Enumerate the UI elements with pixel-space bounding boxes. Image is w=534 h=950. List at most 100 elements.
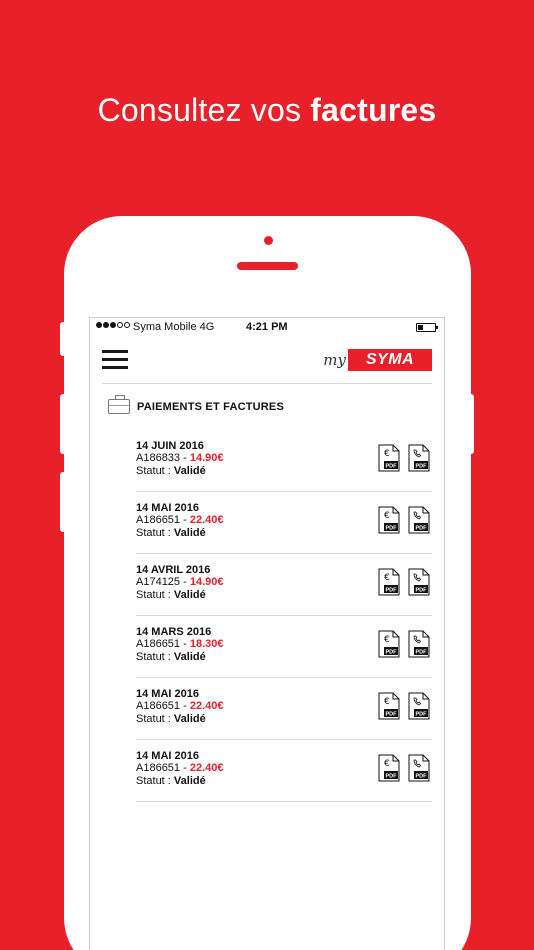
invoice-amount: 14.90€ [189, 576, 224, 588]
status-value: Validé [173, 713, 206, 725]
invoice-reference: A186833 - 14.90€ [136, 452, 223, 464]
phone-pdf-icon[interactable]: PDF [408, 568, 430, 596]
section-title: PAIEMENTS ET FACTURES [137, 401, 285, 413]
svg-text:PDF: PDF [416, 463, 428, 469]
menu-icon[interactable] [102, 350, 128, 370]
svg-text:PDF: PDF [416, 587, 428, 593]
section-header: PAIEMENTS ET FACTURES [106, 384, 444, 430]
svg-text:PDF: PDF [386, 525, 398, 531]
invoice-row[interactable]: 14 AVRIL 2016 A174125 - 14.90€ Statut : Va… [136, 554, 432, 616]
invoice-date: 14 MAI 2016 [136, 502, 199, 514]
status-label: Statut : [136, 527, 171, 539]
headline: Consultez vos factures [0, 92, 534, 129]
svg-text:PDF: PDF [416, 525, 428, 531]
power-button [468, 394, 474, 454]
invoice-row[interactable]: 14 MAI 2016 A186651 - 22.40€ Statut : Vali… [136, 740, 432, 802]
invoice-number: A186651 [136, 514, 181, 526]
invoice-date: 14 AVRIL 2016 [136, 564, 211, 576]
invoice-reference: A186651 - 18.30€ [136, 638, 223, 650]
mysyma-logo[interactable]: my SYMA [323, 349, 432, 371]
logo-brand: SYMA [348, 349, 432, 371]
invoice-status: Statut : Validé [136, 775, 206, 787]
invoice-reference: A174125 - 14.90€ [136, 576, 223, 588]
status-value: Validé [173, 775, 206, 787]
phone-pdf-icon[interactable]: PDF [408, 754, 430, 782]
status-value: Validé [173, 465, 206, 477]
invoice-number: A186651 [136, 638, 181, 650]
status-label: Statut : [136, 775, 171, 787]
volume-down-button [60, 472, 66, 532]
status-label: Statut : [136, 589, 171, 601]
status-label: Statut : [136, 651, 171, 663]
phone-pdf-icon[interactable]: PDF [408, 444, 430, 472]
svg-text:€: € [384, 759, 390, 769]
invoice-list: 14 JUIN 2016 A186833 - 14.90€ Statut : Val… [136, 430, 432, 802]
invoice-separator: - [180, 700, 190, 712]
status-value: Validé [173, 651, 206, 663]
invoice-amount: 22.40€ [189, 514, 224, 526]
euro-pdf-icon[interactable]: € PDF [378, 506, 400, 534]
svg-text:PDF: PDF [386, 773, 398, 779]
invoice-number: A186833 [136, 452, 181, 464]
status-bar: Syma Mobile 4G 4:21 PM [90, 318, 444, 338]
status-time: 4:21 PM [246, 321, 288, 333]
invoice-row[interactable]: 14 JUIN 2016 A186833 - 14.90€ Statut : Val… [136, 430, 432, 492]
status-label: Statut : [136, 713, 171, 725]
carrier-name: Syma Mobile 4G [133, 321, 215, 333]
svg-text:€: € [384, 511, 390, 521]
svg-text:€: € [384, 449, 390, 459]
svg-text:€: € [384, 635, 390, 645]
euro-pdf-icon[interactable]: € PDF [378, 568, 400, 596]
invoice-status: Statut : Validé [136, 527, 206, 539]
invoice-amount: 14.90€ [189, 452, 224, 464]
svg-text:PDF: PDF [416, 711, 428, 717]
invoice-separator: - [180, 762, 190, 774]
phone-pdf-icon[interactable]: PDF [408, 506, 430, 534]
briefcase-icon [108, 395, 130, 414]
phone-pdf-icon[interactable]: PDF [408, 630, 430, 658]
signal-icon [96, 322, 130, 328]
svg-text:€: € [384, 573, 390, 583]
invoice-amount: 22.40€ [189, 700, 224, 712]
invoice-reference: A186651 - 22.40€ [136, 762, 223, 774]
invoice-status: Statut : Validé [136, 589, 206, 601]
battery-icon [416, 323, 438, 332]
invoice-separator: - [180, 576, 190, 588]
headline-regular: Consultez vos [97, 92, 302, 128]
invoice-date: 14 MAI 2016 [136, 750, 199, 762]
euro-pdf-icon[interactable]: € PDF [378, 754, 400, 782]
invoice-amount: 18.30€ [189, 638, 224, 650]
app-header: my SYMA [102, 338, 432, 384]
status-value: Validé [173, 589, 206, 601]
status-label: Statut : [136, 465, 171, 477]
invoice-row[interactable]: 14 MAI 2016 A186651 - 22.40€ Statut : Vali… [136, 492, 432, 554]
invoice-date: 14 JUIN 2016 [136, 440, 204, 452]
invoice-number: A186651 [136, 762, 181, 774]
invoice-number: A174125 [136, 576, 181, 588]
invoice-row[interactable]: 14 MARS 2016 A186651 - 18.30€ Statut : Val… [136, 616, 432, 678]
invoice-row[interactable]: 14 MAI 2016 A186651 - 22.40€ Statut : Vali… [136, 678, 432, 740]
phone-pdf-icon[interactable]: PDF [408, 692, 430, 720]
svg-text:PDF: PDF [386, 587, 398, 593]
svg-text:€: € [384, 697, 390, 707]
invoice-reference: A186651 - 22.40€ [136, 514, 223, 526]
euro-pdf-icon[interactable]: € PDF [378, 692, 400, 720]
invoice-status: Statut : Validé [136, 465, 206, 477]
invoice-status: Statut : Validé [136, 713, 206, 725]
status-value: Validé [173, 527, 206, 539]
mute-switch [60, 322, 66, 356]
euro-pdf-icon[interactable]: € PDF [378, 444, 400, 472]
logo-my-text: my [323, 351, 346, 369]
invoice-date: 14 MAI 2016 [136, 688, 199, 700]
camera-icon [264, 236, 273, 245]
invoice-separator: - [180, 638, 190, 650]
phone-screen: Syma Mobile 4G 4:21 PM my SYMA PAIEMENTS… [89, 317, 445, 950]
svg-text:PDF: PDF [416, 773, 428, 779]
speaker-grille [237, 262, 298, 270]
svg-text:PDF: PDF [416, 649, 428, 655]
svg-text:PDF: PDF [386, 649, 398, 655]
euro-pdf-icon[interactable]: € PDF [378, 630, 400, 658]
volume-up-button [60, 394, 66, 454]
invoice-reference: A186651 - 22.40€ [136, 700, 223, 712]
invoice-amount: 22.40€ [189, 762, 224, 774]
